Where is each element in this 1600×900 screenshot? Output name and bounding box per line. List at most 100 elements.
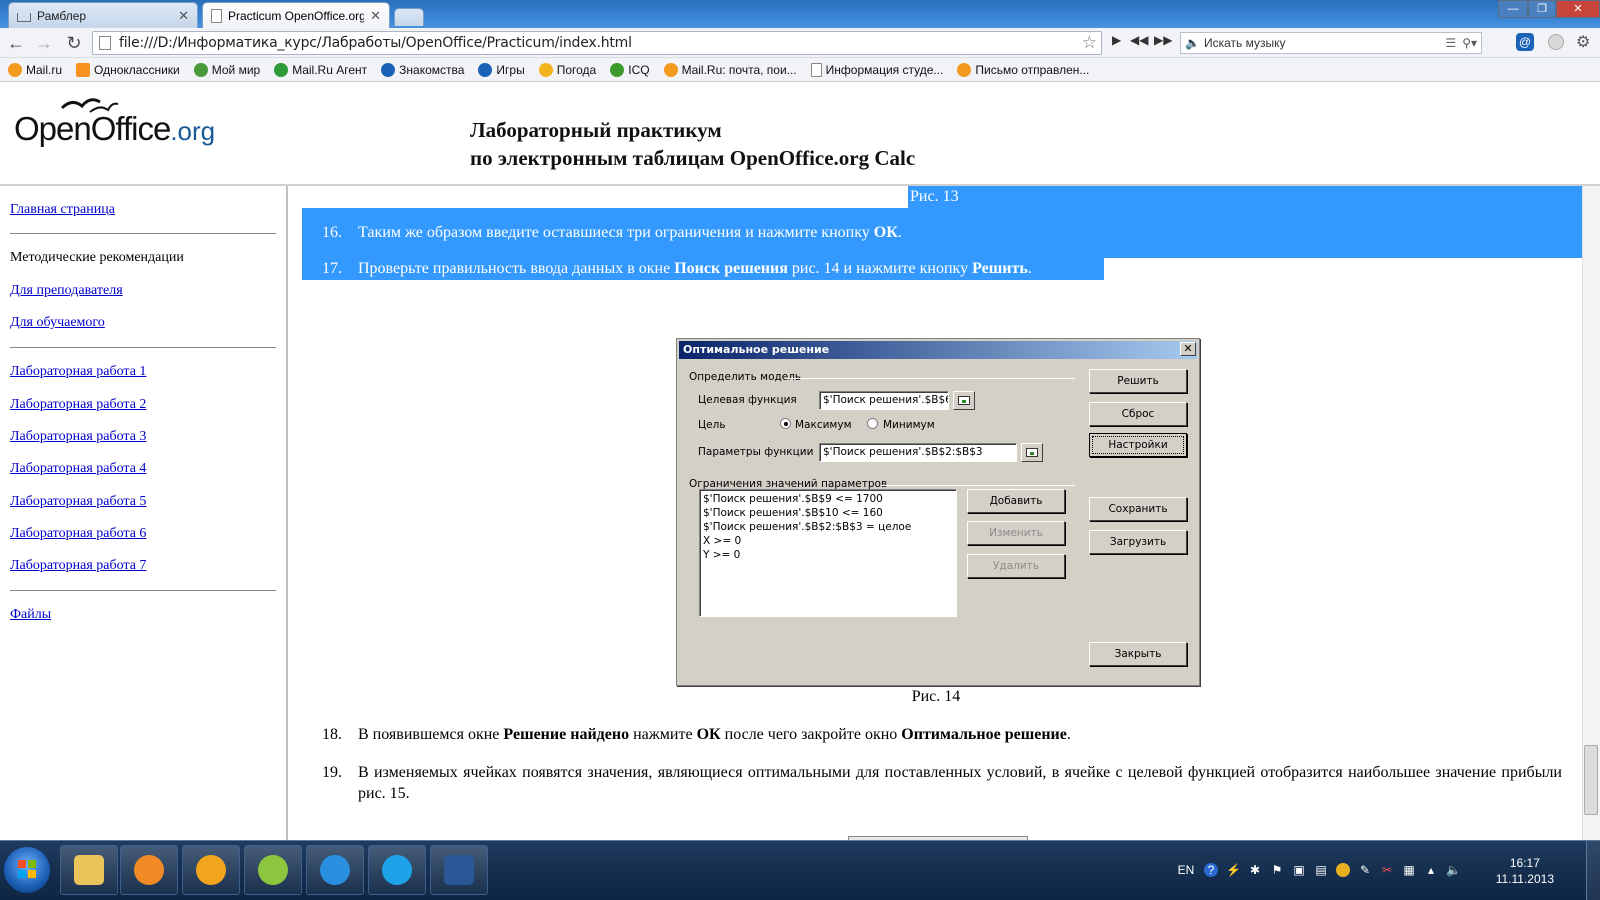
taskbar-browser[interactable] (244, 845, 302, 895)
bookmark-star-icon[interactable]: ☆ (1082, 33, 1097, 53)
bookmark-item[interactable]: Mail.Ru: почта, пои... (663, 62, 797, 77)
bookmark-item[interactable]: Игры (478, 62, 525, 77)
bookmark-item[interactable]: Информация студе... (810, 62, 943, 77)
bookmark-item[interactable]: Mail.ru (8, 62, 62, 77)
constraints-list[interactable]: $'Поиск решения'.$B$9 <= 1700 $'Поиск ре… (699, 489, 957, 617)
app-tray-icon[interactable]: ✂ (1380, 863, 1394, 877)
menu-icon[interactable]: ☰ (1445, 36, 1456, 50)
mail-at-icon[interactable]: @ (1516, 33, 1534, 51)
sidebar-link-teacher[interactable]: Для преподавателя (10, 283, 123, 299)
back-button[interactable]: ← (4, 32, 28, 54)
shrink-button[interactable] (1021, 443, 1043, 462)
bookmark-item[interactable]: Письмо отправлен... (957, 62, 1089, 77)
next-track-icon[interactable]: ▶▶ (1154, 33, 1172, 47)
save-button[interactable]: Сохранить (1089, 497, 1187, 521)
antivirus-icon[interactable] (1336, 863, 1350, 877)
odnoklassniki-icon (76, 62, 91, 77)
taskbar-media-player[interactable] (120, 845, 178, 895)
window-close-button[interactable]: ✕ (1556, 0, 1600, 18)
mailru-icon (957, 62, 972, 77)
solve-button[interactable]: Решить (1089, 369, 1187, 393)
list-item[interactable]: $'Поиск решения'.$B$9 <= 1700 (703, 492, 953, 506)
tab-practicum[interactable]: Practicum OpenOffice.org ✕ (202, 2, 390, 28)
taskbar-skype[interactable] (368, 845, 426, 895)
list-item[interactable]: $'Поиск решения'.$B$2:$B$3 = целое (703, 520, 953, 534)
taskbar-mail-agent[interactable] (182, 845, 240, 895)
sidebar-link-lab-2[interactable]: Лабораторная работа 2 (10, 397, 146, 413)
target-function-field[interactable]: $'Поиск решения'.$B$6 (819, 391, 949, 410)
show-hidden-icons[interactable]: ▴ (1424, 863, 1438, 877)
radio-minimum-label: Минимум (883, 419, 935, 431)
sidebar-link-lab-1[interactable]: Лабораторная работа 1 (10, 364, 146, 380)
taskbar-word[interactable] (430, 845, 488, 895)
options-button[interactable]: Настройки (1089, 433, 1187, 457)
forward-button[interactable]: → (32, 32, 56, 54)
tab-title: Practicum OpenOffice.org (228, 8, 364, 23)
search-icon[interactable]: ⚲▾ (1462, 36, 1477, 50)
list-item[interactable]: $'Поиск решения'.$B$10 <= 160 (703, 506, 953, 520)
sidebar-link-lab-7[interactable]: Лабораторная работа 7 (10, 558, 146, 574)
maximize-button[interactable]: ❐ (1528, 0, 1556, 18)
start-button[interactable] (4, 847, 50, 893)
previous-track-icon[interactable]: ◀◀ (1130, 33, 1148, 47)
play-icon[interactable]: ▶ (1112, 33, 1121, 47)
bookmark-item[interactable]: Одноклассники (76, 62, 180, 77)
bookmark-item[interactable]: Мой мир (193, 62, 260, 77)
help-icon[interactable]: ? (1204, 863, 1218, 877)
bookmark-item[interactable]: Mail.Ru Агент (274, 62, 367, 77)
volume-icon[interactable]: 🔈 (1446, 863, 1461, 877)
close-icon[interactable]: ✕ (370, 8, 381, 24)
taskbar-explorer[interactable] (60, 845, 118, 895)
app-tray-icon[interactable]: ▣ (1292, 863, 1306, 877)
close-icon[interactable]: ✕ (178, 8, 189, 24)
sidebar-link-lab-4[interactable]: Лабораторная работа 4 (10, 461, 146, 477)
address-bar[interactable]: file:///D:/Информатика_курс/Лабработы/Op… (92, 31, 1102, 55)
taskbar-internet-explorer[interactable] (306, 845, 364, 895)
add-button[interactable]: Добавить (967, 489, 1065, 513)
dialog-close-button[interactable]: ✕ (1180, 342, 1196, 356)
bookmark-item[interactable]: Погода (538, 62, 596, 77)
radio-maximum[interactable] (780, 418, 791, 429)
load-button[interactable]: Загрузить (1089, 530, 1187, 554)
reload-button[interactable]: ↻ (62, 32, 86, 54)
music-search-input[interactable]: 🔈 Искать музыку ☰ ⚲▾ (1180, 32, 1482, 54)
sidebar-link-files[interactable]: Файлы (10, 607, 51, 623)
bookmark-item[interactable]: Знакомства (381, 62, 464, 77)
radio-minimum[interactable] (867, 418, 878, 429)
extension-icon[interactable] (1548, 34, 1564, 50)
explorer-icon (74, 855, 104, 885)
browser-icon (258, 855, 288, 885)
group-divider (785, 378, 1075, 379)
sidebar-link-lab-5[interactable]: Лабораторная работа 5 (10, 494, 146, 510)
app-tray-icon[interactable]: ▦ (1402, 863, 1416, 877)
params-field[interactable]: $'Поиск решения'.$B$2:$B$3 (819, 443, 1017, 462)
reset-button[interactable]: Сброс (1089, 402, 1187, 426)
flag-icon[interactable]: ⚑ (1270, 863, 1284, 877)
list-item[interactable]: Y >= 0 (703, 548, 953, 562)
sidebar-link-lab-3[interactable]: Лабораторная работа 3 (10, 429, 146, 445)
app-tray-icon[interactable]: ✎ (1358, 863, 1372, 877)
sidebar-link-home[interactable]: Главная страница (10, 202, 115, 218)
sidebar-link-student[interactable]: Для обучаемого (10, 315, 105, 331)
new-tab-button[interactable] (394, 8, 424, 26)
shrink-button[interactable] (953, 391, 975, 410)
close-button[interactable]: Закрыть (1089, 642, 1187, 666)
change-button[interactable]: Изменить (967, 521, 1065, 545)
weather-icon (538, 62, 553, 77)
list-item[interactable]: X >= 0 (703, 534, 953, 548)
app-tray-icon[interactable]: ▤ (1314, 863, 1328, 877)
openoffice-logo[interactable]: OpenOffice.org (14, 110, 215, 148)
minimize-button[interactable]: — (1498, 0, 1528, 18)
vertical-scrollbar[interactable] (1582, 186, 1600, 840)
sidebar-link-lab-6[interactable]: Лабораторная работа 6 (10, 526, 146, 542)
network-icon[interactable]: ⚡ (1226, 863, 1241, 877)
clock[interactable]: 16:17 11.11.2013 (1496, 855, 1554, 887)
scrollbar-thumb[interactable] (1584, 745, 1598, 815)
language-indicator[interactable]: EN (1176, 863, 1196, 877)
bluetooth-icon[interactable]: ✱ (1248, 863, 1262, 877)
wrench-icon[interactable]: ⚙ (1576, 32, 1590, 52)
delete-button[interactable]: Удалить (967, 554, 1065, 578)
show-desktop-button[interactable] (1586, 841, 1600, 900)
bookmark-item[interactable]: ICQ (610, 62, 650, 77)
tab-rambler[interactable]: Рамблер ✕ (8, 2, 198, 28)
